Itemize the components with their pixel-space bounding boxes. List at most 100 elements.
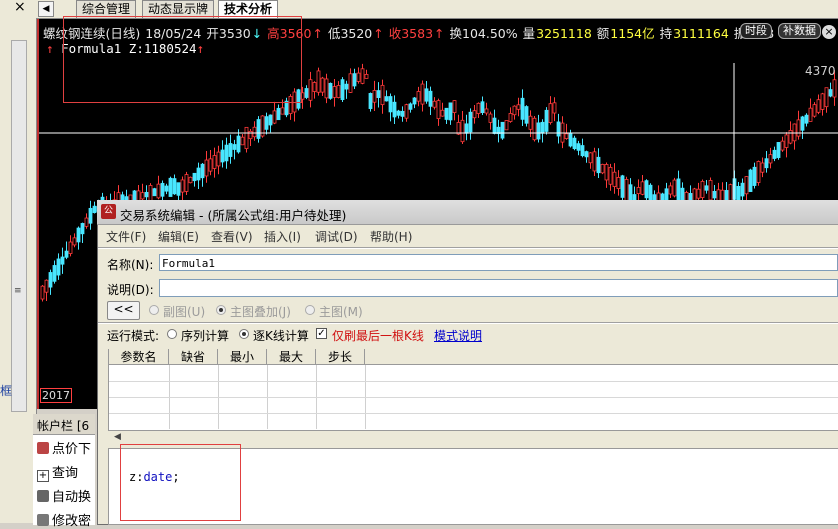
candle-body xyxy=(56,258,61,276)
candle-body xyxy=(820,93,825,110)
candle-body xyxy=(680,187,685,201)
param-col-name[interactable]: 参数名 xyxy=(109,349,169,365)
candle-body xyxy=(576,143,581,151)
radio-main-chart[interactable] xyxy=(305,305,315,315)
candle-body xyxy=(400,110,405,117)
quote-low: 低3520 xyxy=(327,26,373,41)
candle-body xyxy=(596,156,601,174)
radio-main-overlay[interactable] xyxy=(216,305,226,315)
candle-body xyxy=(144,191,149,198)
candle-body xyxy=(616,177,621,189)
menu-file[interactable]: 文件(F) xyxy=(106,228,146,245)
chart-close-icon[interactable]: × xyxy=(822,25,836,39)
candle-body xyxy=(744,176,749,195)
candle-body xyxy=(548,103,553,123)
candle-body xyxy=(476,102,481,114)
candle-body xyxy=(320,77,325,93)
left-pane-scrollbar[interactable] xyxy=(11,40,27,412)
candle-body xyxy=(524,106,529,124)
splitter-arrow-icon[interactable]: ◀ xyxy=(114,432,121,442)
description-input[interactable] xyxy=(159,279,838,297)
left-pane-close-icon[interactable]: × xyxy=(14,0,26,15)
param-col-step[interactable]: 步长 xyxy=(316,349,365,365)
candle-body xyxy=(504,120,509,131)
up-arrow-icon: ↑ xyxy=(312,26,323,41)
candle-body xyxy=(792,123,797,142)
time-period-button[interactable]: 时段 xyxy=(740,23,772,39)
run-mode-label: 运行模式: xyxy=(107,329,160,343)
candle-body xyxy=(76,227,81,243)
candle-body xyxy=(512,105,517,116)
candle-body xyxy=(372,90,377,103)
candle-body xyxy=(184,174,189,192)
candle-body xyxy=(668,185,673,195)
candle-body xyxy=(748,169,753,192)
candle-body xyxy=(396,110,401,116)
editor-splitter[interactable] xyxy=(108,430,838,444)
menu-insert[interactable]: 插入(I) xyxy=(264,228,301,245)
mode-help-link[interactable]: 模式说明 xyxy=(434,327,482,344)
quote-open-interest-label: 持 xyxy=(659,26,673,41)
candle-body xyxy=(256,119,261,139)
name-input[interactable]: Formula1 xyxy=(159,254,838,271)
account-item-password[interactable]: 修改密 xyxy=(37,510,91,529)
candle-body xyxy=(344,83,349,90)
param-col-max[interactable]: 最大 xyxy=(267,349,316,365)
menu-debug[interactable]: 调试(D) xyxy=(315,228,358,245)
account-item-auto-switch[interactable]: 自动换 xyxy=(37,486,91,505)
candle-body xyxy=(464,123,469,134)
candle-body xyxy=(364,73,369,79)
expand-plus-icon: + xyxy=(37,470,49,482)
candle-body xyxy=(436,100,441,120)
radio-per-bar-calc[interactable] xyxy=(239,329,249,339)
candle-body xyxy=(816,99,821,113)
candle-body xyxy=(444,107,449,120)
fill-data-button[interactable]: 补数据 xyxy=(778,23,821,39)
candle-body xyxy=(148,185,153,202)
candle-body xyxy=(212,155,217,169)
candle-body xyxy=(700,180,705,198)
candle-body xyxy=(468,111,473,133)
password-icon xyxy=(37,514,49,526)
candle-body xyxy=(88,207,93,224)
menu-view[interactable]: 查看(V) xyxy=(211,228,253,245)
candle-body xyxy=(68,241,73,254)
account-panel-title: 帐户栏 [6 xyxy=(33,414,95,435)
param-col-filler xyxy=(365,349,838,365)
up-arrow-icon: ↑ xyxy=(373,26,384,41)
menu-help[interactable]: 帮助(H) xyxy=(370,228,412,245)
param-col-min[interactable]: 最小 xyxy=(218,349,267,365)
tab-scroll-left-icon[interactable]: ◀ xyxy=(38,1,54,17)
account-item-query[interactable]: + 查询 xyxy=(37,462,78,482)
candle-body xyxy=(424,88,429,102)
account-item-order[interactable]: 点价下 xyxy=(37,438,91,457)
candle-body xyxy=(84,217,89,227)
candle-body xyxy=(832,79,837,98)
candle-body xyxy=(452,100,457,113)
candle-body xyxy=(348,73,353,93)
radio-sub-chart[interactable] xyxy=(149,305,159,315)
candle-body xyxy=(620,175,625,198)
candle-body xyxy=(200,163,205,179)
param-col-default[interactable]: 缺省 xyxy=(169,349,218,365)
candle-body xyxy=(180,179,185,193)
last-bar-only-checkbox[interactable]: ✓ xyxy=(316,328,327,339)
menu-edit[interactable]: 编辑(E) xyxy=(158,228,199,245)
radio-sequence-calc[interactable] xyxy=(167,329,177,339)
candle-body xyxy=(640,181,645,195)
candle-body xyxy=(392,101,397,118)
grid-line xyxy=(109,413,838,414)
candle-body xyxy=(276,107,281,121)
quote-turnover: 换104.50% xyxy=(449,26,518,41)
collapse-button[interactable]: << xyxy=(107,301,140,320)
up-arrow-icon: ↑ xyxy=(434,26,445,41)
candle-body xyxy=(604,164,609,181)
candle-body xyxy=(308,79,313,101)
candle-body xyxy=(304,88,309,98)
x-axis-year-label: 2017 xyxy=(40,388,72,403)
candle-body xyxy=(204,159,209,177)
candle-body xyxy=(824,87,829,108)
candle-body xyxy=(520,97,525,120)
quote-volume-label: 量 xyxy=(522,26,536,41)
candle-body xyxy=(440,109,445,117)
